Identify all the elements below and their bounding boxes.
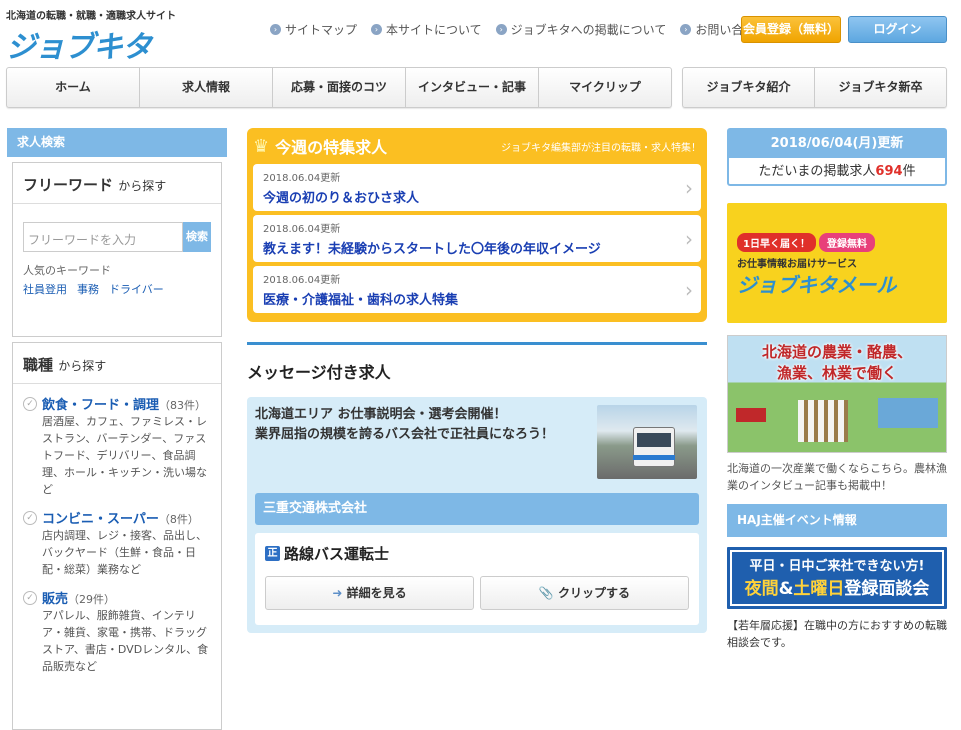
nav-myclip[interactable]: マイクリップ [539,68,671,107]
utility-links: › サイトマップ › 本サイトについて › ジョブキタへの掲載について › お問い合わせ [270,21,767,38]
search-button[interactable]: 検索 [183,222,211,252]
category-description: 店内調理、レジ・接客、品出し、バックヤード（生鮮・食品・日配・総菜）業務など [42,529,207,576]
right-sidebar: 2018/06/04(月)更新 ただいまの掲載求人694件 1日早く届く！ 登録… [727,128,947,651]
arrow-icon: › [495,24,507,35]
nav-graduates[interactable]: ジョブキタ新卒 [815,68,946,107]
event-banner-line1: 平日・日中ご来社できない方! [749,559,925,574]
employment-type-badge: 正 [265,546,280,561]
jobtype-category: ✓ コンビニ・スーパー（8件） 店内調理、レジ・接客、品出し、バックヤード（生鮮… [23,508,211,578]
keyword-link[interactable]: 事務 [77,281,99,297]
category-link[interactable]: 飲食・フード・調理（83件） [42,394,211,413]
checkbox[interactable]: ✓ [23,591,37,605]
register-button[interactable]: 会員登録（無料） [741,16,841,43]
message-jobs-heading: メッセージ付き求人 [247,342,707,383]
freeword-box: フリーワード から探す フリーワードを入力 検索 人気のキーワード 社員登用 事… [12,162,222,337]
haj-event-heading: HAJ主催イベント情報 [727,504,947,537]
agriculture-text: 北海道の一次産業で働くならこちら。農林漁業のインタビュー記事も掲載中！ [727,462,947,492]
about-link[interactable]: › 本サイトについて [371,21,482,38]
featured-item[interactable]: 2018.06.04更新 今週の初のり＆おひさ求人 › [253,164,701,211]
main-nav: ホーム 求人情報 応募・面接のコツ インタビュー・記事 マイクリップ [6,67,672,108]
featured-panel: ♛ 今週の特集求人 ジョブキタ編集部が注目の転職・求人特集！ 2018.06.04… [247,128,707,322]
update-date: 2018.06.04更新 [263,275,341,286]
job-title[interactable]: 正路線バス運転士 [265,543,689,564]
nav-introduction[interactable]: ジョブキタ紹介 [683,68,815,107]
mail-banner-caption: お仕事情報お届けサービス [737,259,857,270]
arrow-icon: › [371,24,383,35]
checkbox[interactable]: ✓ [23,511,37,525]
checkbox[interactable]: ✓ [23,397,37,411]
category-description: 居酒屋、カフェ、ファミレス・レストラン、バーテンダー、ファストフード、デリバリー… [42,415,207,496]
arrow-icon: ➜ [332,586,347,600]
event-text: 【若年層応援】在職中の方におすすめの転職相談会です。 [727,619,947,649]
message-job-card: 北海道エリア お仕事説明会・選考会開催！ 業界屈指の規模を誇るバス会社で正社員に… [247,397,707,633]
jobtype-title: 職種 から探す [13,343,221,384]
keyword-link[interactable]: ドライバー [109,281,164,297]
agriculture-banner-title: 北海道の農業・酪農、 漁業、林業で働く [761,343,912,382]
paperclip-icon: 📎 [538,586,559,600]
main-content: ♛ 今週の特集求人 ジョブキタ編集部が注目の転職・求人特集！ 2018.06.04… [247,128,707,633]
early-badge: 1日早く届く！ [737,233,816,252]
job-card: 正路線バス運転士 ➜ 詳細を見る 📎 クリップする [255,533,699,625]
site-logo[interactable]: ジョブキタ [6,22,152,66]
mail-banner-title: ジョブキタメール [737,273,897,297]
listing-count: ただいまの掲載求人694件 [758,164,916,179]
freeword-title: フリーワード から探す [13,163,221,204]
freeword-input[interactable]: フリーワードを入力 [23,222,183,252]
left-sidebar: 求人検索 フリーワード から探す フリーワードを入力 検索 人気のキーワード 社… [7,128,227,730]
nav-jobs[interactable]: 求人情報 [140,68,273,107]
featured-item-title: 教えます！未経験からスタートした〇年後の年収イメージ [263,242,601,257]
featured-subtitle: ジョブキタ編集部が注目の転職・求人特集！ [501,142,701,154]
featured-item-title: 今週の初のり＆おひさ求人 [263,191,420,206]
update-box: 2018/06/04(月)更新 ただいまの掲載求人694件 [727,128,947,186]
category-link[interactable]: 販売（29件） [42,588,211,607]
company-name: 三重交通株式会社 [255,493,699,525]
category-description: アパレル、服飾雑貨、インテリア・雑貨、家電・携帯、ドラッグストア、書店・DVDレ… [42,609,209,673]
keyword-link[interactable]: 社員登用 [23,281,67,297]
sea-illustration [878,398,938,428]
featured-item[interactable]: 2018.06.04更新 医療・介護福祉・歯科の求人特集 › [253,266,701,313]
jobkita-mail-banner[interactable]: 1日早く届く！ 登録無料 お仕事情報お届けサービス ジョブキタメール [727,203,947,323]
update-date: 2018.06.04更新 [263,224,341,235]
crown-icon: ♛ [253,135,270,157]
sub-nav: ジョブキタ紹介 ジョブキタ新卒 [682,67,947,108]
update-date: 2018/06/04(月)更新 [729,130,945,158]
update-date: 2018.06.04更新 [263,173,341,184]
bus-photo[interactable] [597,405,697,479]
featured-item[interactable]: 2018.06.04更新 教えます！未経験からスタートした〇年後の年収イメージ … [253,215,701,262]
login-button[interactable]: ログイン [848,16,947,43]
arrow-icon: › [680,24,692,35]
popular-keywords-label: 人気のキーワード [23,264,111,277]
nav-interviews[interactable]: インタビュー・記事 [406,68,539,107]
category-link[interactable]: コンビニ・スーパー（8件） [42,508,211,527]
chevron-right-icon: › [685,278,693,302]
cows-illustration [798,400,848,442]
site-tagline: 北海道の転職・就職・適職求人サイト [6,11,176,22]
popular-keywords: 社員登用 事務 ドライバー [23,281,211,297]
detail-button[interactable]: ➜ 詳細を見る [265,576,474,610]
clip-button[interactable]: 📎 クリップする [480,576,689,610]
jobtype-category: ✓ 販売（29件） アパレル、服飾雑貨、インテリア・雑貨、家電・携帯、ドラッグス… [23,588,211,675]
header: 北海道の転職・就職・適職求人サイト ジョブキタ › サイトマップ › 本サイトについ… [0,0,961,65]
nav-home[interactable]: ホーム [7,68,140,107]
nav-tips[interactable]: 応募・面接のコツ [273,68,406,107]
arrow-icon: › [270,24,281,35]
featured-title: ♛ 今週の特集求人 [253,135,388,158]
event-banner-line2: 夜間&土曜日登録面談会 [744,579,930,599]
message-text[interactable]: 北海道エリア お仕事説明会・選考会開催！ 業界屈指の規模を誇るバス会社で正社員に… [255,405,585,445]
tractor-illustration [736,408,766,422]
agriculture-banner[interactable]: 北海道の農業・酪農、 漁業、林業で働く [727,335,947,453]
listing-info-link[interactable]: › ジョブキタへの掲載について [495,21,666,38]
free-badge: 登録無料 [819,233,875,252]
featured-item-title: 医療・介護福祉・歯科の求人特集 [263,293,459,308]
event-banner[interactable]: 平日・日中ご来社できない方! 夜間&土曜日登録面談会 [727,547,947,609]
chevron-right-icon: › [685,176,693,200]
jobtype-box: 職種 から探す ✓ 飲食・フード・調理（83件） 居酒屋、カフェ、ファミレス・レ… [12,342,222,730]
chevron-right-icon: › [685,227,693,251]
search-heading: 求人検索 [7,128,227,157]
sitemap-link[interactable]: › サイトマップ [270,21,357,38]
jobtype-category: ✓ 飲食・フード・調理（83件） 居酒屋、カフェ、ファミレス・レストラン、バーテ… [23,394,211,498]
